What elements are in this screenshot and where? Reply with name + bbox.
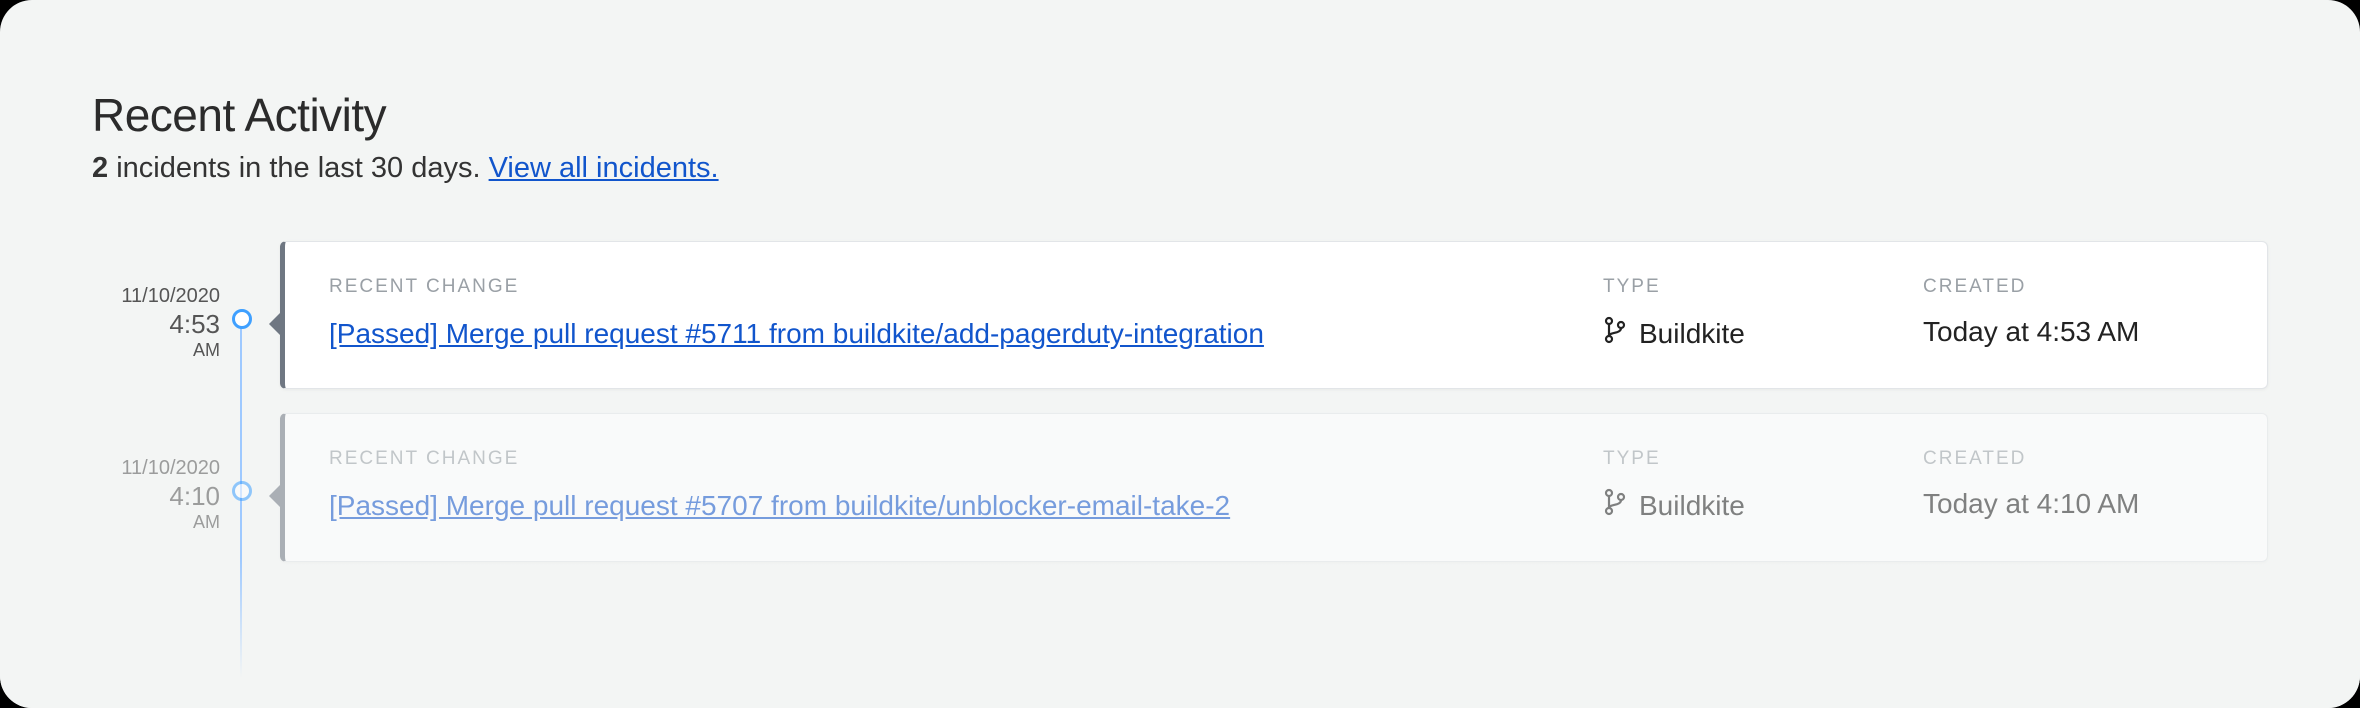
timestamp: 11/10/2020 4:10 AM	[92, 457, 220, 533]
section-title: Recent Activity	[92, 88, 2268, 142]
view-all-incidents-link[interactable]: View all incidents.	[489, 152, 719, 184]
change-type: Buildkite	[1603, 488, 1883, 523]
timestamp-ampm: AM	[92, 512, 220, 533]
change-card[interactable]: RECENT CHANGE [Passed] Merge pull reques…	[280, 241, 2268, 389]
section-subtitle: 2 incidents in the last 30 days. View al…	[92, 152, 2268, 185]
incident-text: incidents in the last 30 days.	[108, 152, 488, 184]
timestamp-ampm: AM	[92, 340, 220, 361]
timestamp-date: 11/10/2020	[92, 285, 220, 308]
column-label-type: TYPE	[1603, 276, 1883, 298]
change-card[interactable]: RECENT CHANGE [Passed] Merge pull reques…	[280, 413, 2268, 561]
timeline-rail	[240, 313, 242, 708]
timeline-dot-icon	[232, 481, 252, 501]
incident-count: 2	[92, 152, 108, 184]
timestamp: 11/10/2020 4:53 AM	[92, 285, 220, 361]
column-label-change: RECENT CHANGE	[329, 448, 1563, 470]
timestamp-time: 4:10	[92, 482, 220, 512]
change-type-text: Buildkite	[1639, 318, 1745, 350]
change-type-text: Buildkite	[1639, 490, 1745, 522]
column-label-created: CREATED	[1923, 276, 2223, 298]
change-title-link[interactable]: [Passed] Merge pull request #5707 from b…	[329, 490, 1230, 521]
change-created: Today at 4:10 AM	[1923, 488, 2223, 520]
column-label-created: CREATED	[1923, 448, 2223, 470]
git-branch-icon	[1603, 488, 1627, 523]
change-type: Buildkite	[1603, 316, 1883, 351]
timestamp-time: 4:53	[92, 310, 220, 340]
fade-overlay	[0, 558, 2360, 708]
recent-activity-panel: Recent Activity 2 incidents in the last …	[0, 0, 2360, 708]
change-created: Today at 4:53 AM	[1923, 316, 2223, 348]
timeline-item: 11/10/2020 4:53 AM RECENT CHANGE [Passed…	[280, 241, 2268, 389]
column-label-change: RECENT CHANGE	[329, 276, 1563, 298]
change-title-link[interactable]: [Passed] Merge pull request #5711 from b…	[329, 318, 1264, 349]
git-branch-icon	[1603, 316, 1627, 351]
timeline-dot-icon	[232, 309, 252, 329]
timeline-item: 11/10/2020 4:10 AM RECENT CHANGE [Passed…	[280, 413, 2268, 561]
timeline: 11/10/2020 4:53 AM RECENT CHANGE [Passed…	[92, 241, 2268, 562]
column-label-type: TYPE	[1603, 448, 1883, 470]
timestamp-date: 11/10/2020	[92, 457, 220, 480]
